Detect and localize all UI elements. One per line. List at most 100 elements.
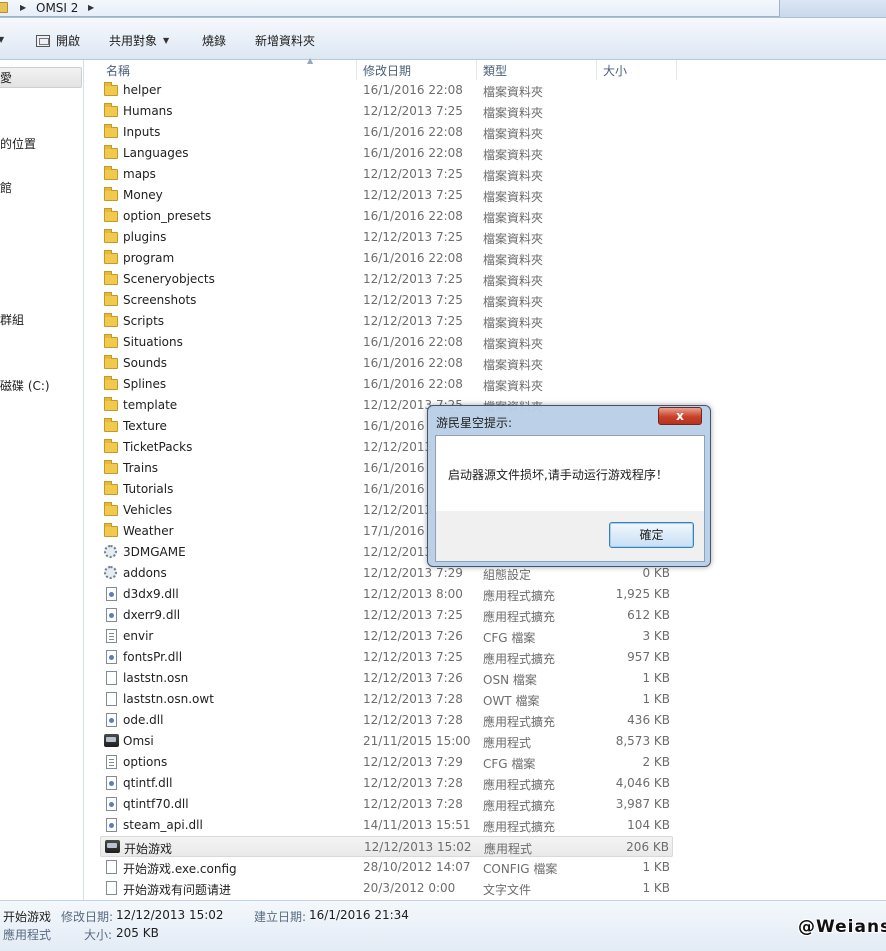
chevron-right-icon[interactable]: ▶ xyxy=(20,3,26,12)
file-row[interactable]: laststn.osn 12/12/2013 7:26 OSN 檔案 1 KB xyxy=(100,668,673,689)
file-name: template xyxy=(123,398,178,412)
file-size: 0 KB xyxy=(642,566,670,580)
chevron-right-icon[interactable]: ▶ xyxy=(88,3,94,12)
column-size[interactable]: 大小 xyxy=(597,60,677,80)
file-row[interactable]: 开始游戏 12/12/2013 15:02 應用程式 206 KB xyxy=(100,836,673,857)
file-row[interactable]: Languages 16/1/2016 22:08 檔案資料夾 xyxy=(100,143,673,164)
file-row[interactable]: Splines 16/1/2016 22:08 檔案資料夾 xyxy=(100,374,673,395)
file-row[interactable]: Screenshots 12/12/2013 7:25 檔案資料夾 xyxy=(100,290,673,311)
file-type: OSN 檔案 xyxy=(483,673,537,687)
watermark: @Weians xyxy=(798,917,886,937)
file-date: 12/12/2013 7:28 xyxy=(363,797,463,811)
file-row[interactable]: 开始游戏有问题请进 20/3/2012 0:00 文字文件 1 KB xyxy=(100,878,673,899)
file-row[interactable]: qtintf70.dll 12/12/2013 7:28 應用程式擴充 3,987 K… xyxy=(100,794,673,815)
file-date: 14/11/2013 15:51 xyxy=(363,818,471,832)
file-row[interactable]: Sounds 16/1/2016 22:08 檔案資料夾 xyxy=(100,353,673,374)
file-row[interactable]: ode.dll 12/12/2013 7:28 應用程式擴充 436 KB xyxy=(100,710,673,731)
file-row[interactable]: laststn.osn.owt 12/12/2013 7:28 OWT 檔案 1 KB xyxy=(100,689,673,710)
address-field[interactable]: ▶ OMSI 2 ▶ xyxy=(0,0,780,17)
file-size: 436 KB xyxy=(627,713,670,727)
file-type: 應用程式擴充 xyxy=(483,715,556,729)
file-date: 12/12/2013 xyxy=(363,440,433,454)
file-date: 12/12/2013 7:29 xyxy=(363,566,463,580)
file-row[interactable]: Omsi 21/11/2015 15:00 應用程式 8,573 KB xyxy=(100,731,673,752)
new-folder-button[interactable]: 新增資料夾 xyxy=(255,32,315,49)
column-name[interactable]: 名稱 xyxy=(100,60,357,80)
file-row[interactable]: d3dx9.dll 12/12/2013 8:00 應用程式擴充 1,925 KB xyxy=(100,584,673,605)
file-row[interactable]: helper 16/1/2016 22:08 檔案資料夾 xyxy=(100,80,673,101)
file-date: 12/12/2013 7:25 xyxy=(363,167,463,181)
file-name: 开始游戏 xyxy=(124,842,173,856)
nav-item-recent-places[interactable]: 的位置 xyxy=(0,135,36,152)
file-row[interactable]: qtintf.dll 12/12/2013 7:28 應用程式擴充 4,046 KB xyxy=(100,773,673,794)
open-button[interactable]: 開啟 xyxy=(36,32,80,49)
file-row[interactable]: Scripts 12/12/2013 7:25 檔案資料夾 xyxy=(100,311,673,332)
file-row[interactable]: envir 12/12/2013 7:26 CFG 檔案 3 KB xyxy=(100,626,673,647)
file-type: 檔案資料夾 xyxy=(483,295,544,309)
file-row[interactable]: 开始游戏.exe.config 28/10/2012 14:07 CONFIG 檔案… xyxy=(100,857,673,878)
ok-button[interactable]: 確定 xyxy=(609,522,694,548)
nav-item-favorites[interactable]: 愛 xyxy=(0,69,12,86)
dialog-body: 启动器源文件损坏,请手动运行游戏程序！ xyxy=(436,436,704,511)
file-type: 檔案資料夾 xyxy=(483,169,544,183)
file-name: fontsPr.dll xyxy=(123,650,183,664)
file-name: 开始游戏有问题请进 xyxy=(123,883,232,897)
nav-item-libraries[interactable]: 館 xyxy=(0,179,12,196)
file-type: 檔案資料夾 xyxy=(483,106,544,120)
file-date: 12/12/2013 7:25 xyxy=(363,608,463,622)
file-name: Vehicles xyxy=(123,503,173,517)
nav-item-local-disk[interactable]: 磁碟 (C:) xyxy=(0,377,50,394)
file-row[interactable]: Money 12/12/2013 7:25 檔案資料夾 xyxy=(100,185,673,206)
burn-button[interactable]: 燒錄 xyxy=(202,32,226,49)
share-button[interactable]: 共用對象 ▼ xyxy=(109,32,169,49)
file-size: 1 KB xyxy=(642,692,670,706)
address-bar[interactable]: ▶ OMSI 2 ▶ xyxy=(0,0,886,18)
file-row[interactable]: option_presets 16/1/2016 22:08 檔案資料夾 xyxy=(100,206,673,227)
file-row[interactable]: steam_api.dll 14/11/2013 15:51 應用程式擴充 104 K… xyxy=(100,815,673,836)
file-type: 應用程式擴充 xyxy=(483,799,556,813)
file-row[interactable]: program 16/1/2016 22:08 檔案資料夾 xyxy=(100,248,673,269)
dll-icon xyxy=(106,650,117,664)
close-button[interactable]: x xyxy=(658,407,702,425)
file-date: 16/1/2016 22:08 xyxy=(363,146,463,160)
file-name: Sounds xyxy=(123,356,168,370)
file-row[interactable]: Inputs 16/1/2016 22:08 檔案資料夾 xyxy=(100,122,673,143)
folder-icon xyxy=(104,439,118,453)
folder-icon xyxy=(104,313,118,327)
column-type[interactable]: 類型 xyxy=(477,60,597,80)
details-modified-label: 修改日期: xyxy=(61,910,114,924)
file-row[interactable]: plugins 12/12/2013 7:25 檔案資料夾 xyxy=(100,227,673,248)
open-label: 開啟 xyxy=(56,34,81,48)
nav-item-homegroup[interactable]: 群組 xyxy=(0,311,24,328)
file-row[interactable]: fontsPr.dll 12/12/2013 7:25 應用程式擴充 957 KB xyxy=(100,647,673,668)
folder-icon xyxy=(104,103,118,117)
breadcrumb-omsi2[interactable]: OMSI 2 xyxy=(36,1,78,15)
alert-dialog[interactable]: 游民星空提示: x 启动器源文件损坏,请手动运行游戏程序！ 確定 xyxy=(427,405,711,567)
file-size: 1 KB xyxy=(642,671,670,685)
details-size-value: 205 KB xyxy=(116,926,159,940)
nav-favorites-highlight[interactable] xyxy=(0,67,82,88)
file-name: maps xyxy=(123,167,156,181)
cfg-icon xyxy=(106,755,117,769)
file-name: addons xyxy=(123,566,167,580)
file-row[interactable]: Sceneryobjects 12/12/2013 7:25 檔案資料夾 xyxy=(100,269,673,290)
file-row[interactable]: maps 12/12/2013 7:25 檔案資料夾 xyxy=(100,164,673,185)
file-name: qtintf70.dll xyxy=(123,797,189,811)
file-type: 檔案資料夾 xyxy=(483,190,544,204)
chevron-down-icon[interactable]: ▼ xyxy=(0,35,4,44)
file-row[interactable]: dxerr9.dll 12/12/2013 7:25 應用程式擴充 612 KB xyxy=(100,605,673,626)
file-icon xyxy=(106,881,117,895)
file-row[interactable]: Humans 12/12/2013 7:25 檔案資料夾 xyxy=(100,101,673,122)
navigation-pane[interactable]: 愛 的位置 館 群組 磁碟 (C:) xyxy=(0,60,84,900)
column-date[interactable]: 修改日期 xyxy=(357,60,477,80)
dll-icon xyxy=(106,818,117,832)
file-row[interactable]: Situations 16/1/2016 22:08 檔案資料夾 xyxy=(100,332,673,353)
file-name: laststn.osn xyxy=(123,671,189,685)
file-size: 104 KB xyxy=(627,818,670,832)
file-name: qtintf.dll xyxy=(123,776,173,790)
file-type: OWT 檔案 xyxy=(483,694,540,708)
file-name: Splines xyxy=(123,377,167,391)
file-row[interactable]: options 12/12/2013 7:29 CFG 檔案 2 KB xyxy=(100,752,673,773)
file-name: program xyxy=(123,251,175,265)
file-type: 應用程式擴充 xyxy=(483,778,556,792)
